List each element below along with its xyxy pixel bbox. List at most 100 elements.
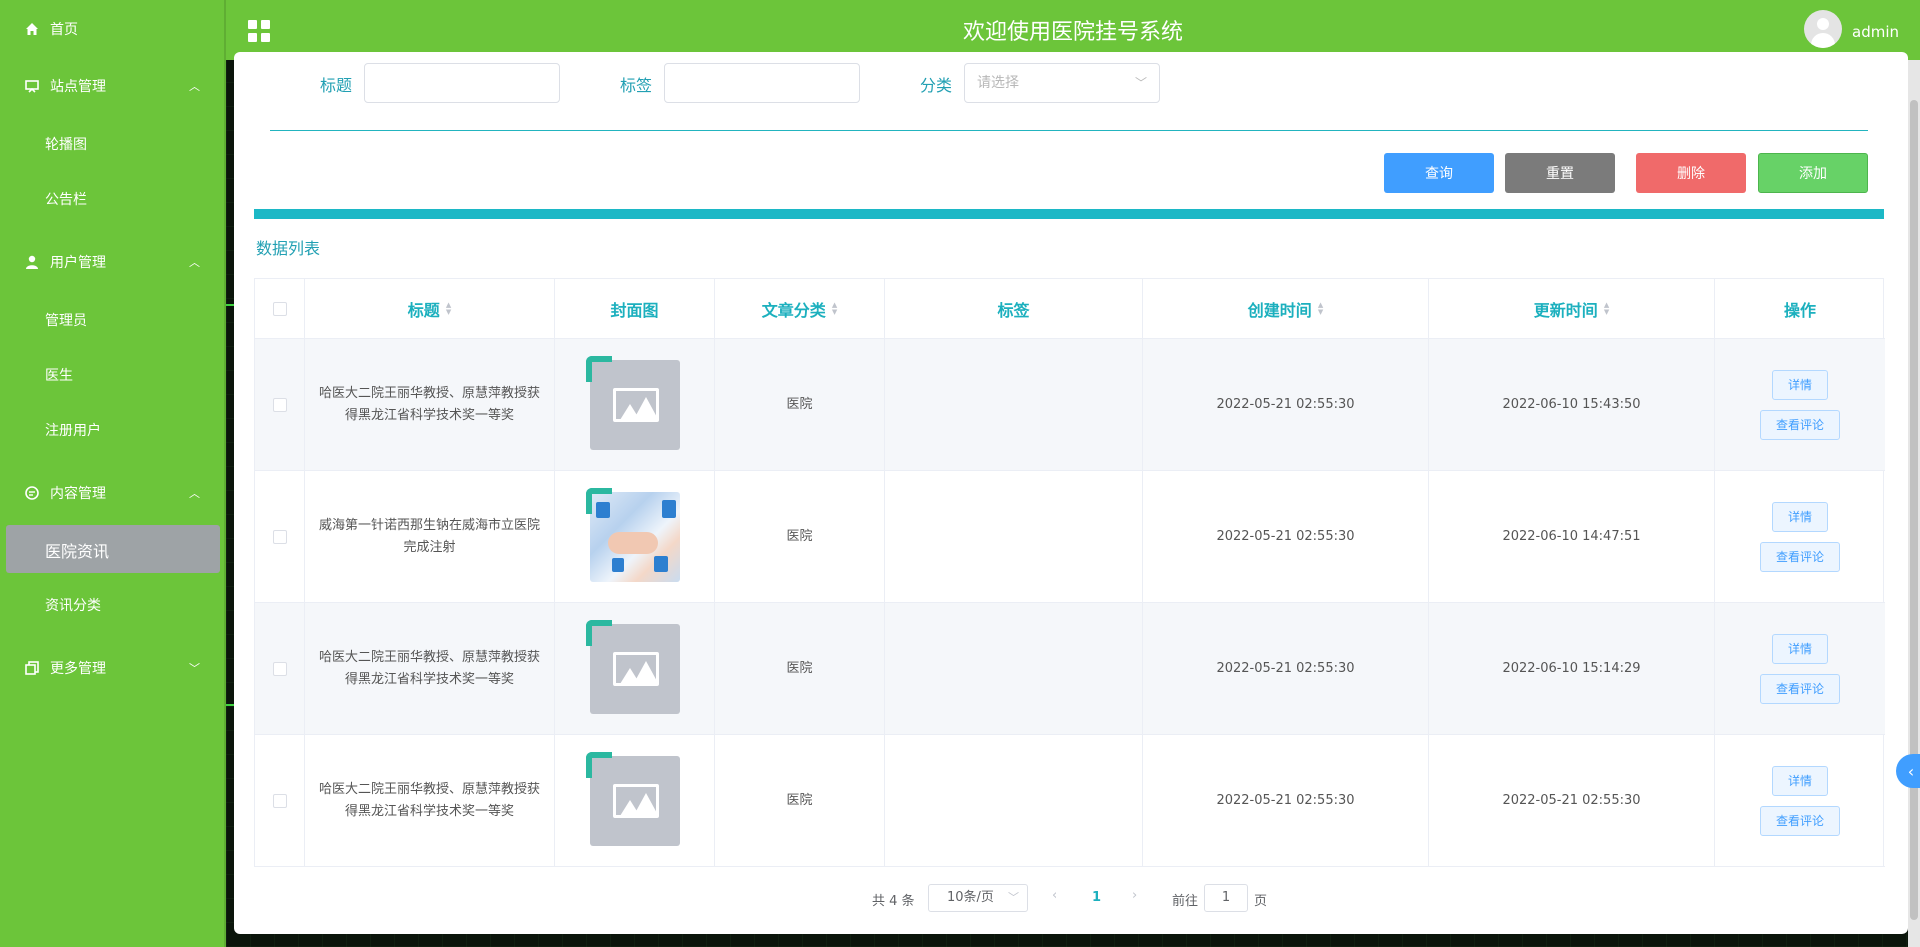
detail-button[interactable]: 详情 — [1772, 502, 1828, 532]
tag-filter-input[interactable] — [664, 63, 860, 103]
corner-decoration — [586, 356, 612, 382]
row-title-cell: 哈医大二院王丽华教授、原慧萍教授获得黑龙江省科学技术奖一等奖 — [305, 339, 555, 470]
row-created: 2022-05-21 02:55:30 — [1143, 471, 1429, 602]
row-title: 哈医大二院王丽华教授、原慧萍教授获得黑龙江省科学技术奖一等奖 — [315, 647, 545, 691]
next-page-icon[interactable]: › — [1132, 888, 1137, 903]
sidebar-group-more[interactable]: 更多管理 ﹀ — [0, 654, 226, 682]
goto-suffix: 页 — [1254, 890, 1267, 909]
sidebar-group-content[interactable]: 内容管理 ︿ — [0, 479, 226, 507]
row-select-cell — [255, 735, 305, 866]
title-filter-input[interactable] — [364, 63, 560, 103]
home-icon — [22, 19, 42, 39]
sidebar-item-registered-users[interactable]: 注册用户 — [45, 420, 101, 440]
row-created: 2022-05-21 02:55:30 — [1143, 339, 1429, 470]
sort-icon[interactable]: ▲▼ — [1604, 302, 1609, 316]
view-comments-button[interactable]: 查看评论 — [1760, 542, 1840, 572]
column-header-updated[interactable]: 更新时间▲▼ — [1429, 279, 1715, 338]
sidebar-item-label: 首页 — [50, 19, 78, 39]
query-button[interactable]: 查询 — [1384, 153, 1494, 193]
row-checkbox[interactable] — [273, 662, 287, 676]
row-actions: 详情查看评论 — [1715, 735, 1885, 866]
row-category: 医院 — [715, 471, 885, 602]
corner-decoration — [586, 620, 612, 646]
view-comments-button[interactable]: 查看评论 — [1760, 674, 1840, 704]
row-category: 医院 — [715, 603, 885, 734]
sort-icon[interactable]: ▲▼ — [832, 302, 837, 316]
filter-divider — [270, 130, 1868, 131]
sidebar-group-label: 用户管理 — [50, 252, 106, 272]
sidebar-group-users[interactable]: 用户管理 ︿ — [0, 248, 226, 276]
detail-button[interactable]: 详情 — [1772, 370, 1828, 400]
row-created: 2022-05-21 02:55:30 — [1143, 603, 1429, 734]
reset-button[interactable]: 重置 — [1505, 153, 1615, 193]
user-icon — [22, 252, 42, 272]
cover-image[interactable] — [586, 620, 684, 718]
cover-image[interactable] — [586, 488, 684, 586]
chevron-up-icon: ︿ — [189, 78, 200, 94]
sidebar-item-carousel[interactable]: 轮播图 — [45, 134, 87, 154]
row-checkbox[interactable] — [273, 530, 287, 544]
sort-icon[interactable]: ▲▼ — [1318, 302, 1323, 316]
chevron-down-icon: ﹀ — [189, 660, 200, 676]
sidebar-item-doctors[interactable]: 医生 — [45, 365, 73, 385]
prev-page-icon[interactable]: ‹ — [1052, 888, 1057, 903]
chevron-up-icon: ︿ — [189, 254, 200, 270]
table-row: 哈医大二院王丽华教授、原慧萍教授获得黑龙江省科学技术奖一等奖 医院 2022-05-… — [255, 735, 1885, 867]
message-icon — [22, 483, 42, 503]
sidebar-item-home[interactable]: 首页 — [0, 15, 226, 43]
main-panel: 标题 标签 分类 请选择 ﹀ 查询 重置 删除 添加 数据列表 标题▲▼ 封面图… — [234, 52, 1908, 934]
row-checkbox[interactable] — [273, 794, 287, 808]
select-all-checkbox[interactable] — [273, 302, 287, 316]
corner-decoration — [586, 752, 612, 778]
row-updated: 2022-06-10 14:47:51 — [1429, 471, 1715, 602]
sidebar-group-site[interactable]: 站点管理 ︿ — [0, 72, 226, 100]
row-cover-cell — [555, 735, 715, 866]
row-select-cell — [255, 471, 305, 602]
category-select[interactable]: 请选择 ﹀ — [964, 63, 1160, 103]
sidebar-item-notice[interactable]: 公告栏 — [45, 189, 87, 209]
row-title-cell: 威海第一针诺西那生钠在威海市立医院完成注射 — [305, 471, 555, 602]
row-created: 2022-05-21 02:55:30 — [1143, 735, 1429, 866]
sidebar: 首页 站点管理 ︿ 轮播图 公告栏 用户管理 ︿ 管理员 医生 注册用户 内容管… — [0, 0, 226, 947]
copy-icon — [22, 658, 42, 678]
view-comments-button[interactable]: 查看评论 — [1760, 806, 1840, 836]
column-header-title[interactable]: 标题▲▼ — [305, 279, 555, 338]
sidebar-group-label: 内容管理 — [50, 483, 106, 503]
sidebar-item-admins[interactable]: 管理员 — [45, 310, 87, 330]
add-button[interactable]: 添加 — [1758, 153, 1868, 193]
top-header: 欢迎使用医院挂号系统 admin — [226, 0, 1920, 60]
scrollbar-thumb[interactable] — [1910, 100, 1918, 920]
avatar[interactable] — [1804, 10, 1842, 48]
cover-image[interactable] — [586, 356, 684, 454]
sidebar-item-news-category[interactable]: 资讯分类 — [45, 595, 101, 615]
detail-button[interactable]: 详情 — [1772, 634, 1828, 664]
row-title: 哈医大二院王丽华教授、原慧萍教授获得黑龙江省科学技术奖一等奖 — [315, 779, 545, 823]
sidebar-item-hospital-news[interactable]: 医院资讯 — [45, 538, 109, 562]
row-category: 医院 — [715, 735, 885, 866]
current-page[interactable]: 1 — [1092, 890, 1101, 905]
view-comments-button[interactable]: 查看评论 — [1760, 410, 1840, 440]
delete-button[interactable]: 删除 — [1636, 153, 1746, 193]
page-size-select[interactable]: 10条/页 ﹀ — [928, 884, 1028, 912]
sort-icon[interactable]: ▲▼ — [446, 302, 451, 316]
table-row: 哈医大二院王丽华教授、原慧萍教授获得黑龙江省科学技术奖一等奖医院2022-05-… — [255, 339, 1885, 471]
chevron-down-icon: ﹀ — [1135, 64, 1147, 102]
column-header-created[interactable]: 创建时间▲▼ — [1143, 279, 1429, 338]
section-bar — [254, 209, 1884, 219]
row-updated: 2022-05-21 02:55:30 — [1429, 735, 1715, 866]
row-actions: 详情查看评论 — [1715, 471, 1885, 602]
row-tag — [885, 735, 1143, 866]
goto-page-input[interactable]: 1 — [1204, 884, 1248, 912]
column-header-category[interactable]: 文章分类▲▼ — [715, 279, 885, 338]
row-tag — [885, 471, 1143, 602]
user-name[interactable]: admin — [1852, 23, 1899, 41]
row-cover-cell — [555, 603, 715, 734]
ecg-line — [226, 704, 234, 706]
row-checkbox[interactable] — [273, 398, 287, 412]
chevron-up-icon: ︿ — [189, 485, 200, 501]
detail-button[interactable]: 详情 — [1772, 766, 1828, 796]
column-header-tag: 标签 — [885, 279, 1143, 338]
row-updated: 2022-06-10 15:14:29 — [1429, 603, 1715, 734]
data-table: 标题▲▼ 封面图 文章分类▲▼ 标签 创建时间▲▼ 更新时间▲▼ 操作 哈医大二… — [254, 278, 1884, 867]
cover-image[interactable] — [586, 752, 684, 850]
